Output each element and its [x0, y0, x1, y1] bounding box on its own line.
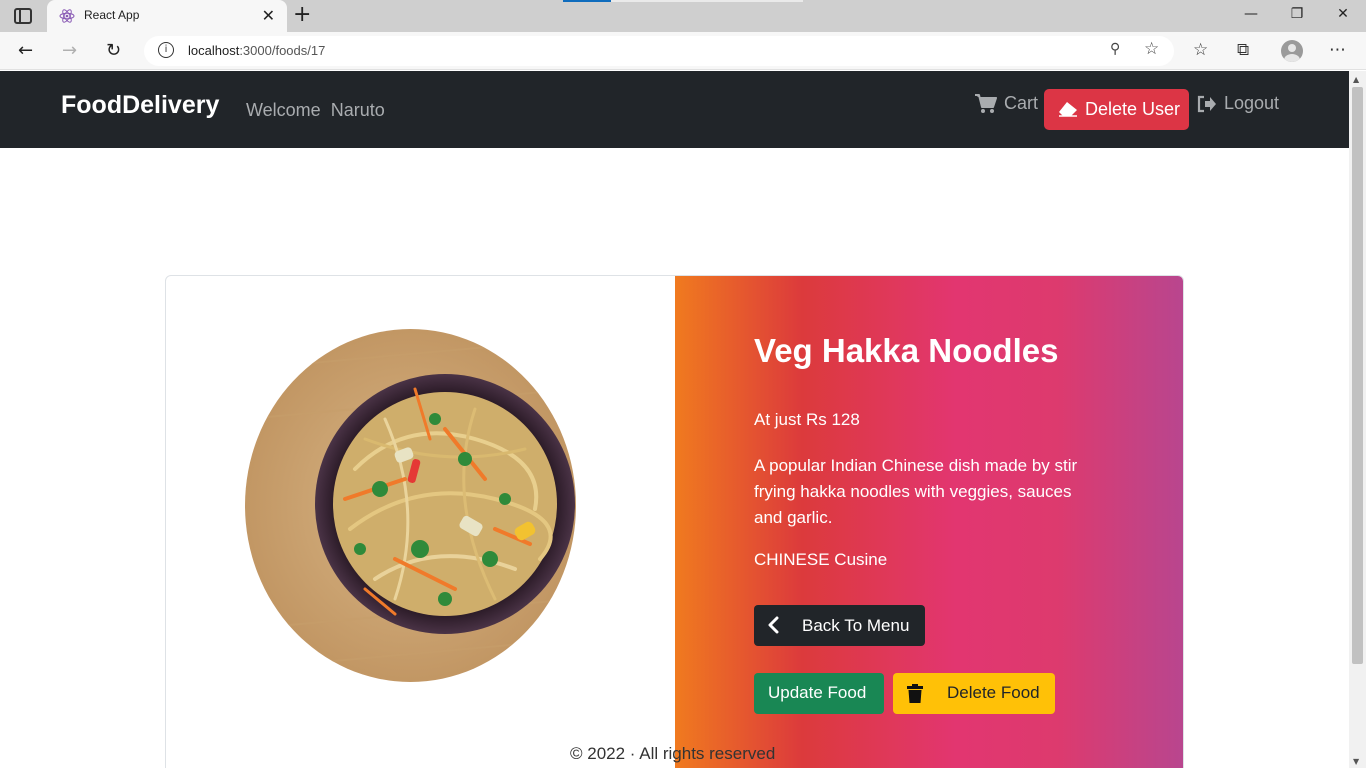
food-price: At just Rs 128 — [754, 410, 860, 429]
navbar: FoodDelivery Welcome Naruto Cart Delete … — [0, 71, 1349, 148]
browser-tab-strip: React App ✕ + — ❐ ✕ — [0, 0, 1366, 32]
food-info-panel: Veg Hakka Noodles At just Rs 128 A popul… — [675, 276, 1183, 768]
delete-user-button[interactable]: Delete User — [1044, 89, 1189, 130]
delete-user-label: Delete User — [1085, 99, 1181, 119]
scroll-down-icon[interactable]: ▼ — [1353, 757, 1359, 766]
delete-food-button[interactable]: Delete Food — [893, 673, 1055, 714]
restore-icon[interactable]: ❐ — [1287, 6, 1307, 22]
food-description: A popular Indian Chinese dish made by st… — [754, 456, 1078, 527]
food-title: Veg Hakka Noodles — [754, 332, 1059, 369]
profile-icon[interactable] — [1281, 40, 1303, 62]
url-text[interactable]: localhost:3000/foods/17 — [188, 43, 325, 58]
close-window-icon[interactable]: ✕ — [1333, 6, 1353, 22]
trash-icon — [907, 684, 923, 703]
minimize-icon[interactable]: — — [1241, 6, 1261, 22]
delete-food-label: Delete Food — [947, 683, 1040, 702]
back-to-menu-label: Back To Menu — [802, 616, 910, 635]
food-cuisine: CHINESE Cusine — [754, 550, 888, 569]
collections-icon[interactable]: ⧉ — [1237, 40, 1249, 60]
zoom-icon[interactable]: ⚲ — [1110, 41, 1120, 57]
logout-icon — [1197, 95, 1216, 113]
eraser-icon — [1059, 102, 1077, 117]
back-icon[interactable]: ← — [18, 40, 33, 61]
cart-label: Cart — [1004, 93, 1039, 113]
page-viewport: FoodDelivery Welcome Naruto Cart Delete … — [0, 71, 1349, 768]
page-scrollbar[interactable]: ▲ ▼ — [1349, 71, 1366, 768]
welcome-text: Welcome Naruto — [246, 100, 385, 120]
address-bar[interactable]: i localhost:3000/foods/17 ⚲ ☆ — [144, 36, 1174, 66]
footer-copyright: © 2022 · All rights reserved — [570, 744, 776, 763]
brand-logo[interactable]: FoodDelivery — [61, 91, 219, 120]
refresh-icon[interactable]: ↻ — [106, 40, 121, 61]
info-icon[interactable]: i — [158, 42, 174, 58]
browser-toolbar: ← → ↻ i localhost:3000/foods/17 ⚲ ☆ — [0, 32, 1366, 70]
loading-indicator — [563, 0, 611, 2]
cart-icon — [975, 94, 997, 113]
new-tab-icon[interactable]: + — [293, 2, 311, 27]
favorites-icon[interactable]: ☆ — [1193, 40, 1208, 60]
react-favicon — [59, 9, 75, 23]
browser-tab[interactable]: React App ✕ — [47, 0, 287, 32]
forward-icon[interactable]: → — [62, 40, 77, 61]
food-detail-card: Veg Hakka Noodles At just Rs 128 A popul… — [165, 275, 1184, 768]
food-image — [245, 329, 576, 682]
tab-title: React App — [84, 8, 140, 22]
close-tab-icon[interactable]: ✕ — [262, 6, 275, 25]
chevron-left-icon — [768, 616, 779, 634]
logout-label: Logout — [1224, 93, 1280, 113]
loading-track — [611, 0, 803, 2]
update-food-button[interactable]: Update Food — [754, 673, 884, 714]
back-to-menu-button[interactable]: Back To Menu — [754, 605, 925, 646]
scroll-thumb[interactable] — [1352, 87, 1363, 664]
scroll-up-icon[interactable]: ▲ — [1353, 75, 1359, 84]
update-food-label: Update Food — [768, 683, 867, 702]
more-icon[interactable]: ⋯ — [1329, 40, 1346, 60]
tab-actions-icon[interactable] — [14, 8, 32, 24]
add-favorite-icon[interactable]: ☆ — [1144, 39, 1159, 59]
